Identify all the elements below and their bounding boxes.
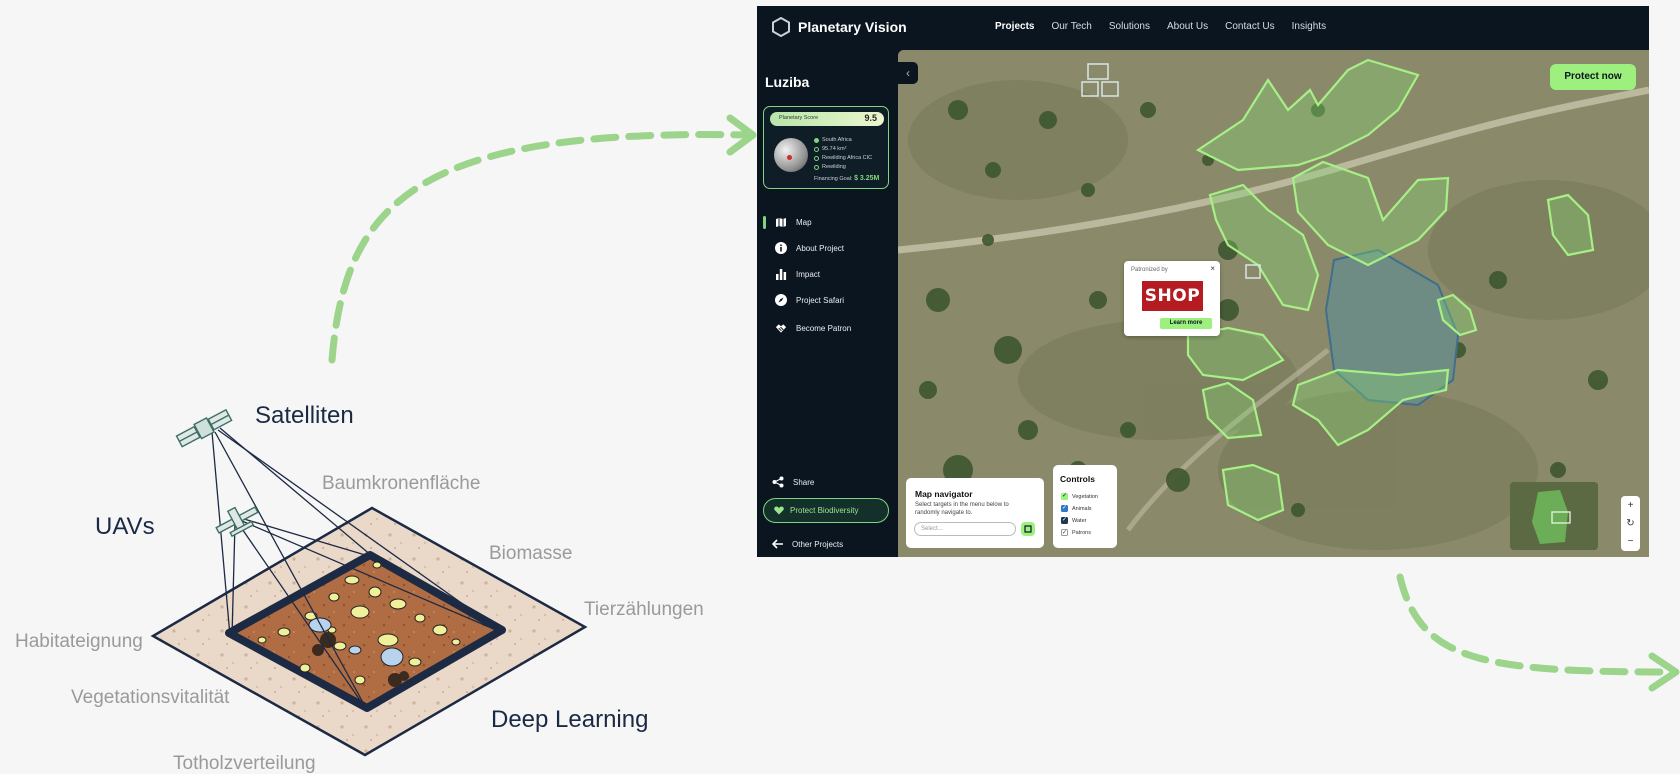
nav-insights[interactable]: Insights [1292,21,1326,32]
heart-icon [774,506,784,515]
map-icon [775,216,787,228]
meta-type: Rewilding [814,164,846,170]
info-icon [775,242,787,254]
nav-contact-us[interactable]: Contact Us [1225,21,1274,32]
protect-now-button[interactable]: Protect now [1550,64,1636,90]
navigator-title: Map navigator [915,489,973,499]
collapse-sidebar-button[interactable]: ‹ [898,62,918,84]
main-nav: Projects Our Tech Solutions About Us Con… [995,21,1326,32]
shop-logo: SHOP [1142,281,1203,311]
zoom-in-button[interactable]: + [1628,500,1634,511]
navigator-go-button[interactable] [1021,522,1035,536]
label-animal-counts: Tierzählungen [584,599,704,620]
project-sidebar: Luziba Planetary Score 9.5 South Africa … [757,50,898,557]
close-icon[interactable]: × [1210,264,1215,273]
area-icon [814,146,819,152]
globe-icon [774,138,808,172]
score-card: Planetary Score 9.5 South Africa 95.74 k… [763,106,889,189]
type-icon [814,164,819,170]
patron-popup: Patronized by × SHOP Learn more [1124,261,1220,336]
label-vitality: Vegetationsvitalität [71,687,230,708]
meta-org: Rewilding Africa CIC [814,155,872,161]
map-navigator-panel: Map navigator Select targets in the menu… [906,478,1044,548]
label-uavs: UAVs [95,513,155,540]
satellite-icon [175,408,233,448]
stage: Satelliten UAVs Deep Learning Baumkronen… [0,0,1680,774]
minimap-imagery [1510,482,1598,550]
controls-title: Controls [1060,474,1095,484]
reset-view-button[interactable]: ↻ [1626,518,1634,529]
project-title: Luziba [765,74,810,90]
score-pill: Planetary Score 9.5 [770,112,884,126]
menu-become-patron[interactable]: Become Patron [775,322,851,334]
brand-name: Planetary Vision [798,19,907,35]
nav-projects[interactable]: Projects [995,21,1034,32]
minimap[interactable] [1510,482,1598,550]
zoom-out-button[interactable]: − [1628,536,1634,547]
score-value: 9.5 [864,113,877,123]
label-crown-area: Baumkronenfläche [322,473,481,494]
nav-about-us[interactable]: About Us [1167,21,1208,32]
satellite-map[interactable]: ‹ Protect now Patronized by × SHOP Learn… [898,50,1649,557]
menu-impact[interactable]: Impact [775,268,820,280]
arrow-left-icon [772,539,783,549]
meta-area: 95.74 km² [814,146,846,152]
checkbox-checked-icon[interactable]: ✓ [1061,505,1068,512]
control-patrons[interactable]: ✓ Patrons [1061,529,1091,536]
control-water[interactable]: ✓ Water [1061,517,1086,524]
label-biomass: Biomasse [489,543,573,564]
label-habitat: Habitateignung [15,631,143,652]
nav-solutions[interactable]: Solutions [1109,21,1150,32]
grid-icon [1024,525,1032,533]
zoom-controls: + ↻ − [1621,496,1640,551]
controls-panel: Controls ✓ Vegetation ✓ Animals ✓ Water ✓ Pa… [1053,465,1117,548]
popup-title: Patronized by [1131,267,1168,273]
compass-icon [775,294,787,306]
brand[interactable]: Planetary Vision [772,17,907,37]
control-vegetation[interactable]: ✓ Vegetation [1061,493,1098,500]
location-icon [814,137,819,143]
financing-goal: Financing Goal: $ 3.25M [814,175,880,182]
checkbox-checked-icon[interactable]: ✓ [1061,529,1068,536]
checkbox-checked-icon[interactable]: ✓ [1061,493,1068,500]
protect-biodiversity-button[interactable]: Protect Biodiversity [763,498,889,523]
other-projects-link[interactable]: Other Projects [772,539,843,549]
navigator-select-input[interactable]: Select... [914,522,1016,536]
handshake-icon [775,322,787,334]
share-button[interactable]: Share [772,476,814,488]
score-label: Planetary Score [779,115,819,121]
org-icon [814,155,819,161]
menu-map[interactable]: Map [775,216,812,228]
hexagon-logo-icon [772,17,790,37]
label-deep-learning: Deep Learning [491,706,649,733]
active-indicator [763,216,766,229]
navigator-description: Select targets in the menu below to rand… [915,502,1009,516]
label-deadwood: Totholzverteilung [173,753,316,774]
control-animals[interactable]: ✓ Animals [1061,505,1092,512]
share-icon [772,476,784,488]
dashed-arrow-up [328,131,752,364]
chevron-left-icon: ‹ [906,66,910,80]
planetary-vision-app: Planetary Vision Projects Our Tech Solut… [757,6,1649,557]
label-satellites: Satelliten [255,402,354,429]
menu-about-project[interactable]: About Project [775,242,844,254]
learn-more-button[interactable]: Learn more [1160,318,1212,329]
nav-our-tech[interactable]: Our Tech [1051,21,1091,32]
checkbox-checked-icon[interactable]: ✓ [1061,517,1068,524]
dashed-arrow-down [1396,573,1672,676]
bar-chart-icon [775,268,787,280]
top-navbar: Planetary Vision Projects Our Tech Solut… [757,6,1649,48]
meta-country: South Africa [814,137,852,143]
menu-project-safari[interactable]: Project Safari [775,294,844,306]
